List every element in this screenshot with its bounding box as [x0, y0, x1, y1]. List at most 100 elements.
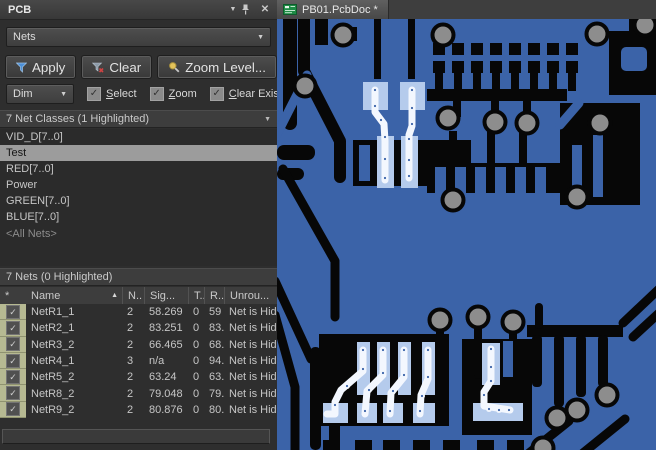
smd-pad-grid	[471, 43, 483, 55]
smd-pad-grid	[528, 61, 540, 73]
chevron-down-icon[interactable]: ▼	[225, 0, 241, 19]
checkbox-checked[interactable]: ✓	[6, 337, 20, 352]
comb-slots	[435, 167, 446, 193]
node-count: 2	[127, 338, 134, 351]
column-header-node-count[interactable]: N..	[122, 287, 144, 304]
smd-pad-grid	[490, 43, 502, 55]
column-header-signal-length[interactable]: Sig...	[144, 287, 188, 304]
checkbox-checked[interactable]: ✓	[6, 369, 20, 384]
track-nodes	[373, 88, 377, 92]
checkbox-checked[interactable]: ✓	[6, 402, 20, 417]
node-count: 2	[127, 387, 134, 400]
via	[292, 73, 318, 99]
unrouted-status: Net is Hid	[229, 355, 277, 368]
zoom-checkbox[interactable]: ✓ Zoom	[149, 87, 197, 101]
track-nodes	[361, 348, 365, 352]
column-header-unrouted[interactable]: Unrou...	[224, 287, 277, 304]
smd-pad-grid	[433, 61, 445, 73]
via	[482, 109, 508, 135]
editor-area: PB01.PcbDoc *	[277, 0, 656, 450]
checkbox-checked[interactable]: ✓	[6, 353, 20, 368]
panel-footer	[2, 429, 270, 444]
column-header-star[interactable]: *	[0, 287, 26, 304]
trace-comb	[511, 73, 519, 91]
close-icon[interactable]: ✕	[257, 0, 273, 19]
node-count: 2	[127, 322, 134, 335]
track-nodes	[381, 371, 385, 375]
zoom-level-button[interactable]: Zoom Level...	[157, 55, 277, 79]
trace	[593, 135, 603, 197]
signal-length: 79.048	[149, 387, 183, 400]
trace-comb	[435, 73, 443, 91]
checkbox-checked[interactable]: ✓	[6, 304, 20, 319]
net-name: NetR9_2	[31, 403, 75, 416]
trace	[598, 335, 608, 387]
altium-window: PCB ▼ ✕ Nets ▼ Apply Clear Zoom Level...	[0, 0, 656, 450]
routed-value: 83.	[209, 322, 224, 335]
track-nodes	[410, 106, 414, 110]
smd-pad-grid	[471, 61, 483, 73]
pcb-canvas[interactable]	[277, 19, 656, 450]
checkbox-checked[interactable]: ✓	[6, 386, 20, 401]
net-class-item[interactable]: Test	[0, 145, 277, 162]
net-row[interactable]: ✓ NetR1_1 2 58.269 0 59 Net is Hid	[0, 304, 277, 321]
net-class-item[interactable]: <All Nets>	[0, 226, 277, 242]
tab-pb01-pcbdoc[interactable]: PB01.PcbDoc *	[277, 0, 389, 19]
zoom-label: Zoom	[168, 88, 197, 100]
column-header-t[interactable]: T...	[188, 287, 204, 304]
unrouted-status: Net is Hid	[229, 403, 277, 416]
panel-mode-select[interactable]: Nets ▼	[6, 27, 271, 47]
net-name: NetR8_2	[31, 387, 75, 400]
checkbox-checked[interactable]: ✓	[6, 320, 20, 335]
via	[564, 184, 590, 210]
net-row[interactable]: ✓ NetR2_1 2 83.251 0 83. Net is Hid	[0, 320, 277, 337]
column-header-routed[interactable]: R...	[204, 287, 224, 304]
select-checkbox[interactable]: ✓ Select	[87, 87, 137, 101]
trace	[519, 131, 527, 165]
track-nodes	[407, 137, 411, 141]
nets-header[interactable]: 7 Nets (0 Highlighted)	[0, 268, 277, 286]
track-nodes	[489, 365, 493, 369]
net-class-item[interactable]: BLUE[7..0]	[0, 209, 277, 225]
check-icon: ✓	[149, 87, 164, 101]
dim-select[interactable]: Dim ▼	[6, 84, 74, 104]
edge-pads	[507, 440, 524, 450]
slot	[503, 341, 513, 377]
routed-value: 79.	[209, 387, 224, 400]
track-nodes	[426, 375, 430, 379]
edge-pads	[443, 440, 460, 450]
net-row[interactable]: ✓ NetR9_2 2 80.876 0 80. Net is Hid	[0, 401, 277, 419]
net-row[interactable]: ✓ NetR8_2 2 79.048 0 79. Net is Hid	[0, 385, 277, 402]
comb-slots	[515, 167, 526, 193]
clear-button[interactable]: Clear	[81, 55, 153, 79]
trace-comb	[530, 73, 538, 91]
net-class-item[interactable]: GREEN[7..0]	[0, 193, 277, 209]
via	[594, 382, 620, 408]
t-value: 0	[193, 355, 200, 368]
pad	[621, 47, 647, 71]
chevron-down-icon: ▼	[257, 33, 264, 41]
trace	[554, 335, 564, 407]
net-class-item[interactable]: Power	[0, 177, 277, 193]
node-count: 2	[127, 306, 134, 319]
apply-button[interactable]: Apply	[4, 55, 77, 79]
track-nodes	[333, 403, 337, 407]
track-nodes	[402, 348, 406, 352]
net-classes-header[interactable]: 7 Net Classes (1 Highlighted) ▼	[0, 110, 277, 128]
trace	[374, 19, 381, 79]
net-row[interactable]: ✓ NetR4_1 3 n/a 0 94. Net is Hid	[0, 352, 277, 370]
pin-icon[interactable]	[241, 4, 257, 15]
panel-toolbar: Apply Clear Zoom Level...	[4, 55, 277, 79]
net-class-item[interactable]: RED[7..0]	[0, 161, 277, 177]
net-row[interactable]: ✓ NetR3_2 2 66.465 0 68. Net is Hid	[0, 336, 277, 353]
node-count: 2	[127, 403, 134, 416]
net-name: NetR4_1	[31, 355, 75, 368]
t-value: 0	[193, 387, 200, 400]
net-row[interactable]: ✓ NetR5_2 2 63.24 0 63. Net is Hid	[0, 369, 277, 386]
net-class-item[interactable]: VID_D[7..0]	[0, 129, 277, 145]
unrouted-status: Net is Hid	[229, 322, 277, 335]
column-header-name[interactable]: Name ▲	[26, 287, 122, 304]
nets-table-header: * Name ▲ N.. Sig... T... R... Unrou...	[0, 287, 277, 305]
options-row: Dim ▼ ✓ Select ✓ Zoom ✓ Clear Existing	[6, 84, 297, 104]
comb-slots	[495, 167, 506, 193]
